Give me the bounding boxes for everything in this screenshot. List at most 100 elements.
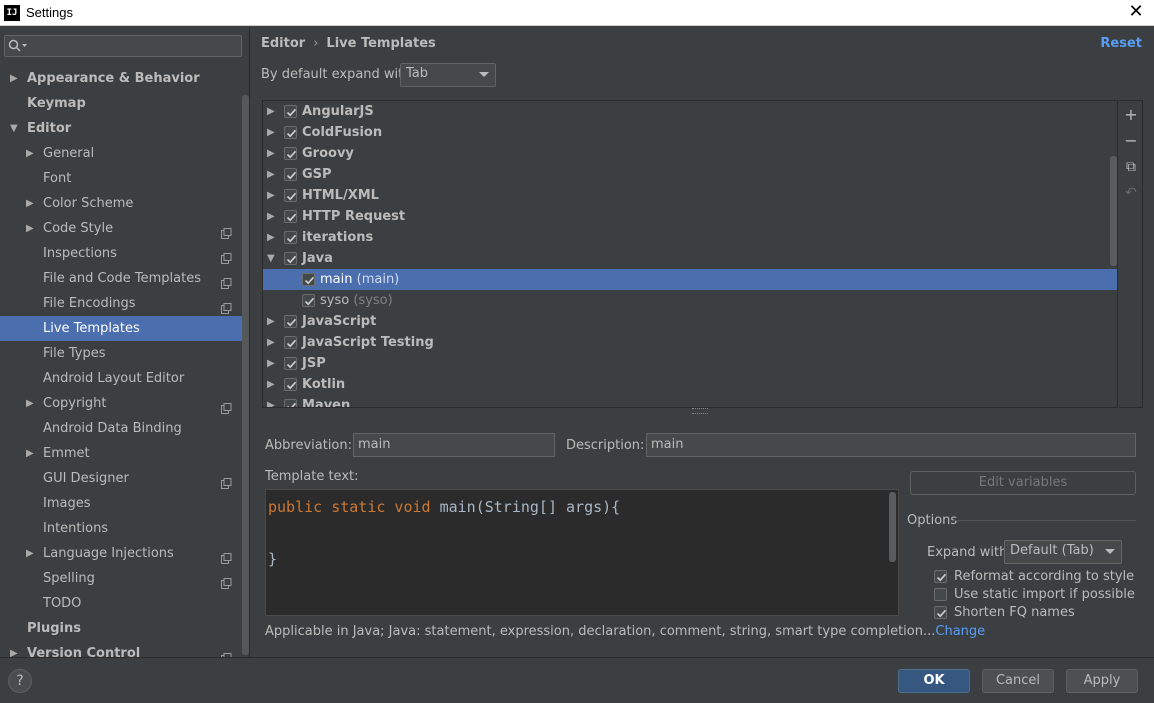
chevron-right-icon[interactable]: ▶ [267,101,275,122]
template-checkbox[interactable] [302,273,315,286]
chevron-right-icon[interactable]: ▶ [267,353,275,374]
chevron-right-icon[interactable]: ▶ [26,391,34,416]
copy-icon[interactable]: ⧉ [1123,159,1139,175]
ok-button[interactable]: OK [898,669,970,693]
change-link[interactable]: Change [935,624,985,639]
chevron-right-icon[interactable]: ▶ [26,541,34,566]
sidebar-item-language-injections[interactable]: ▶ Language Injections [0,541,240,566]
template-group-row[interactable]: ▶ iterations [263,227,1117,248]
template-group-row[interactable]: ▶ JSP [263,353,1117,374]
chevron-right-icon[interactable]: ▶ [267,206,275,227]
chevron-right-icon[interactable]: ▶ [26,191,34,216]
sidebar-item-code-style[interactable]: ▶ Code Style [0,216,240,241]
sidebar-item-general[interactable]: ▶ General [0,141,240,166]
template-group-row[interactable]: ▼ Java [263,248,1117,269]
restore-icon[interactable]: ↶ [1123,185,1139,201]
template-group-row[interactable]: ▶ JavaScript [263,311,1117,332]
sidebar-item-live-templates[interactable]: Live Templates [0,316,249,341]
sidebar-item-todo[interactable]: TODO [0,591,240,616]
template-group-row[interactable]: ▶ JavaScript Testing [263,332,1117,353]
chevron-right-icon[interactable]: ▶ [267,143,275,164]
sidebar-item-font[interactable]: Font [0,166,240,191]
sidebar-scrollbar[interactable] [242,95,249,655]
chevron-right-icon[interactable]: ▶ [10,66,18,91]
template-row[interactable]: syso (syso) [263,290,1117,311]
sidebar-item-appearance-behavior[interactable]: ▶ Appearance & Behavior [0,66,240,91]
template-text-editor[interactable]: public static void main(String[] args){ … [265,489,899,616]
chevron-right-icon[interactable]: ▶ [267,185,275,206]
template-checkbox[interactable] [284,315,297,328]
sidebar-item-copyright[interactable]: ▶ Copyright [0,391,240,416]
description-input[interactable]: main [646,433,1136,457]
template-group-row[interactable]: ▶ Maven [263,395,1117,407]
sidebar-item-android-data-binding[interactable]: Android Data Binding [0,416,240,441]
template-checkbox[interactable] [284,378,297,391]
edit-variables-button[interactable]: Edit variables [910,471,1136,495]
template-checkbox[interactable] [284,210,297,223]
reformat-checkbox[interactable] [934,570,947,583]
template-group-row[interactable]: ▶ HTTP Request [263,206,1117,227]
sidebar-item-intentions[interactable]: Intentions [0,516,240,541]
template-checkbox[interactable] [284,357,297,370]
template-checkbox[interactable] [284,147,297,160]
sidebar-item-keymap[interactable]: Keymap [0,91,240,116]
template-checkbox[interactable] [284,105,297,118]
reset-link[interactable]: Reset [1100,36,1142,51]
chevron-right-icon[interactable]: ▶ [267,227,275,248]
apply-button[interactable]: Apply [1066,669,1138,693]
cancel-button[interactable]: Cancel [982,669,1054,693]
chevron-right-icon[interactable]: ▶ [26,216,34,241]
chevron-right-icon[interactable]: ▶ [267,332,275,353]
chevron-right-icon[interactable]: ▶ [26,141,34,166]
static-import-checkbox[interactable] [934,588,947,601]
template-checkbox[interactable] [284,168,297,181]
abbreviation-input[interactable]: main [353,433,555,457]
add-icon[interactable]: + [1123,107,1139,123]
sidebar-item-images[interactable]: Images [0,491,240,516]
template-checkbox[interactable] [284,126,297,139]
chevron-down-icon[interactable]: ▼ [267,248,275,269]
chevron-right-icon[interactable]: ▶ [267,311,275,332]
template-checkbox[interactable] [284,189,297,202]
templates-scrollbar[interactable] [1110,156,1117,266]
remove-icon[interactable]: − [1123,133,1139,149]
template-group-row[interactable]: ▶ ColdFusion [263,122,1117,143]
sidebar-item-editor[interactable]: ▼ Editor [0,116,240,141]
splitter-handle[interactable] [692,408,708,414]
sidebar-item-inspections[interactable]: Inspections [0,241,240,266]
chevron-right-icon[interactable]: ▶ [267,374,275,395]
default-expand-select[interactable]: Tab [400,63,496,87]
editor-scrollbar[interactable] [889,492,896,562]
sidebar-item-color-scheme[interactable]: ▶ Color Scheme [0,191,240,216]
sidebar-item-file-types[interactable]: File Types [0,341,240,366]
sidebar-item-version-control[interactable]: ▶ Version Control [0,641,240,657]
sidebar-item-file-and-code-templates[interactable]: File and Code Templates [0,266,240,291]
close-icon[interactable]: ✕ [1126,2,1146,22]
template-row[interactable]: main (main) [263,269,1117,290]
template-checkbox[interactable] [284,252,297,265]
shorten-fq-checkbox[interactable] [934,606,947,619]
template-checkbox[interactable] [284,336,297,349]
chevron-right-icon[interactable]: ▶ [267,395,275,407]
chevron-right-icon[interactable]: ▶ [26,441,34,466]
sidebar-item-android-layout-editor[interactable]: Android Layout Editor [0,366,240,391]
template-group-row[interactable]: ▶ Kotlin [263,374,1117,395]
expand-with-select[interactable]: Default (Tab) [1004,540,1122,564]
help-icon[interactable]: ? [8,669,32,693]
sidebar-item-spelling[interactable]: Spelling [0,566,240,591]
search-input[interactable] [4,35,242,57]
template-group-row[interactable]: ▶ HTML/XML [263,185,1117,206]
template-group-row[interactable]: ▶ GSP [263,164,1117,185]
template-checkbox[interactable] [284,231,297,244]
sidebar-item-emmet[interactable]: ▶ Emmet [0,441,240,466]
chevron-right-icon[interactable]: ▶ [267,164,275,185]
template-checkbox[interactable] [302,294,315,307]
sidebar-item-file-encodings[interactable]: File Encodings [0,291,240,316]
sidebar-item-gui-designer[interactable]: GUI Designer [0,466,240,491]
chevron-right-icon[interactable]: ▶ [10,641,18,657]
chevron-right-icon[interactable]: ▶ [267,122,275,143]
sidebar-item-plugins[interactable]: Plugins [0,616,240,641]
template-group-row[interactable]: ▶ AngularJS [263,101,1117,122]
chevron-down-icon[interactable]: ▼ [10,116,18,141]
template-checkbox[interactable] [284,399,297,407]
